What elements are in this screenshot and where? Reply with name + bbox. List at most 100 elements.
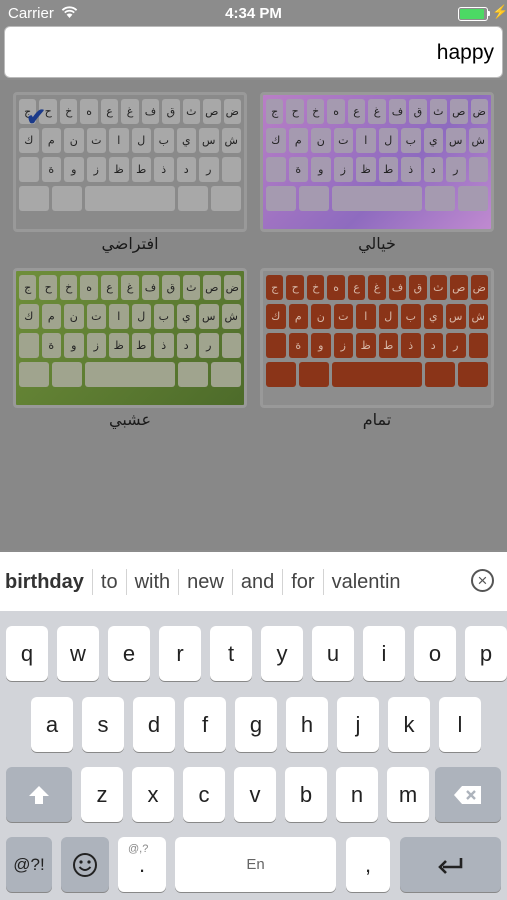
battery-tip [488, 11, 490, 16]
theme-preview-key: ب [154, 304, 174, 329]
key-l[interactable]: l [439, 697, 481, 752]
theme-option[interactable]: جحخهعغفقثصض كمنتالبيسش ةوزظطذدر [260, 92, 494, 232]
theme-preview-key: ث [182, 99, 201, 124]
theme-preview-key: ش [468, 128, 488, 153]
suggestion-item[interactable]: and [233, 568, 284, 595]
key-y[interactable]: y [261, 626, 303, 681]
theme-preview-key: ص [450, 99, 468, 124]
text-field[interactable]: happy [4, 26, 503, 78]
theme-preview-key [425, 362, 455, 387]
key-u[interactable]: u [312, 626, 354, 681]
theme-preview-key [425, 186, 455, 211]
suggestion-item[interactable]: for [283, 568, 324, 595]
theme-preview-key: ذ [154, 157, 174, 182]
theme-preview-key: ف [388, 275, 407, 300]
key-v[interactable]: v [234, 767, 276, 822]
theme-preview-key: ر [446, 157, 466, 182]
key-r[interactable]: r [159, 626, 201, 681]
theme-preview-key [468, 333, 488, 358]
key-t[interactable]: t [210, 626, 252, 681]
theme-option[interactable]: ج ح خ ه ع غ ف ق ث ص ض ك م ن ت ا ل ب ي س ش ة و ز ظ ط ذ د ر ✔ [13, 92, 247, 232]
theme-preview-key: د [176, 157, 196, 182]
theme-preview-key [52, 362, 82, 387]
key-k[interactable]: k [388, 697, 430, 752]
key-h[interactable]: h [286, 697, 328, 752]
key-j[interactable]: j [337, 697, 379, 752]
key-p[interactable]: p [465, 626, 507, 681]
theme-preview-key: ك [19, 304, 39, 329]
theme-preview-key: ف [141, 99, 160, 124]
theme-preview-key [266, 362, 296, 387]
theme-preview-key: ز [86, 157, 106, 182]
theme-option[interactable]: جحخهعغفقثصض كمنتالبيسش ةوزظطذدر [13, 268, 247, 408]
symbols-key[interactable]: @?! [6, 837, 52, 892]
suggestion-item[interactable]: to [93, 568, 127, 595]
key-o[interactable]: o [414, 626, 456, 681]
theme-preview-key [178, 186, 208, 211]
key-d[interactable]: d [133, 697, 175, 752]
space-bar[interactable]: En [175, 837, 336, 892]
theme-preview-key [178, 362, 208, 387]
key-n[interactable]: n [336, 767, 378, 822]
theme-preview-key [299, 186, 329, 211]
theme-preview-key: ظ [356, 333, 376, 358]
theme-preview-key: غ [368, 99, 386, 124]
theme-preview-key [85, 186, 175, 211]
clear-suggestions-icon[interactable]: × [471, 569, 494, 592]
theme-preview-key: ب [401, 304, 421, 329]
theme-preview-key [458, 362, 488, 387]
theme-preview-key: خ [59, 275, 78, 300]
theme-preview-key: ي [176, 304, 196, 329]
key-f[interactable]: f [184, 697, 226, 752]
suggestion-item[interactable]: with [127, 568, 180, 595]
theme-preview-key: ط [131, 157, 151, 182]
suggestion-bar: birthday to with new and for valentin [0, 552, 507, 611]
theme-name: تمام [362, 410, 392, 429]
theme-preview-key: ش [221, 304, 241, 329]
theme-preview-key: ب [401, 128, 421, 153]
suggestion-item[interactable]: birthday [0, 568, 93, 595]
theme-name: عشبي [109, 410, 151, 429]
theme-preview-key: ر [199, 157, 219, 182]
theme-preview-key: ا [109, 128, 129, 153]
theme-preview-key: س [199, 304, 219, 329]
shift-icon[interactable] [6, 767, 72, 822]
key-b[interactable]: b [285, 767, 327, 822]
theme-preview-key: ح [39, 275, 57, 300]
key-a[interactable]: a [31, 697, 73, 752]
theme-option[interactable]: جحخهعغفقثصض كمنتالبيسش ةوزظطذدر [260, 268, 494, 408]
backspace-icon[interactable] [435, 767, 501, 822]
key-q[interactable]: q [6, 626, 48, 681]
theme-preview-key: ز [333, 333, 353, 358]
theme-preview-key: و [311, 157, 331, 182]
theme-preview-key: ت [86, 304, 106, 329]
key-c[interactable]: c [183, 767, 225, 822]
theme-preview-key: ل [131, 304, 151, 329]
theme-preview-key: ط [378, 157, 398, 182]
comma-key[interactable]: , [346, 837, 390, 892]
theme-preview-key: ث [429, 275, 448, 300]
theme-preview-key: خ [59, 99, 78, 124]
theme-preview-key: س [199, 128, 219, 153]
theme-preview-key: ع [100, 275, 119, 300]
suggestion-item[interactable]: valentin [324, 569, 412, 595]
key-i[interactable]: i [363, 626, 405, 681]
emoji-icon[interactable] [61, 837, 109, 892]
key-z[interactable]: z [81, 767, 123, 822]
return-icon[interactable] [400, 837, 501, 892]
theme-preview-key: ذ [154, 333, 174, 358]
theme-preview-key [19, 333, 39, 358]
key-g[interactable]: g [235, 697, 277, 752]
theme-preview-key: ك [266, 128, 286, 153]
theme-preview-key: ح [286, 275, 304, 300]
key-m[interactable]: m [387, 767, 429, 822]
key-s[interactable]: s [82, 697, 124, 752]
theme-preview-key [211, 186, 241, 211]
suggestion-item[interactable]: new [179, 568, 233, 595]
key-x[interactable]: x [132, 767, 174, 822]
theme-preview-key: ن [64, 304, 84, 329]
key-w[interactable]: w [57, 626, 99, 681]
theme-preview-key: ل [378, 304, 398, 329]
theme-preview-key: د [176, 333, 196, 358]
key-e[interactable]: e [108, 626, 150, 681]
